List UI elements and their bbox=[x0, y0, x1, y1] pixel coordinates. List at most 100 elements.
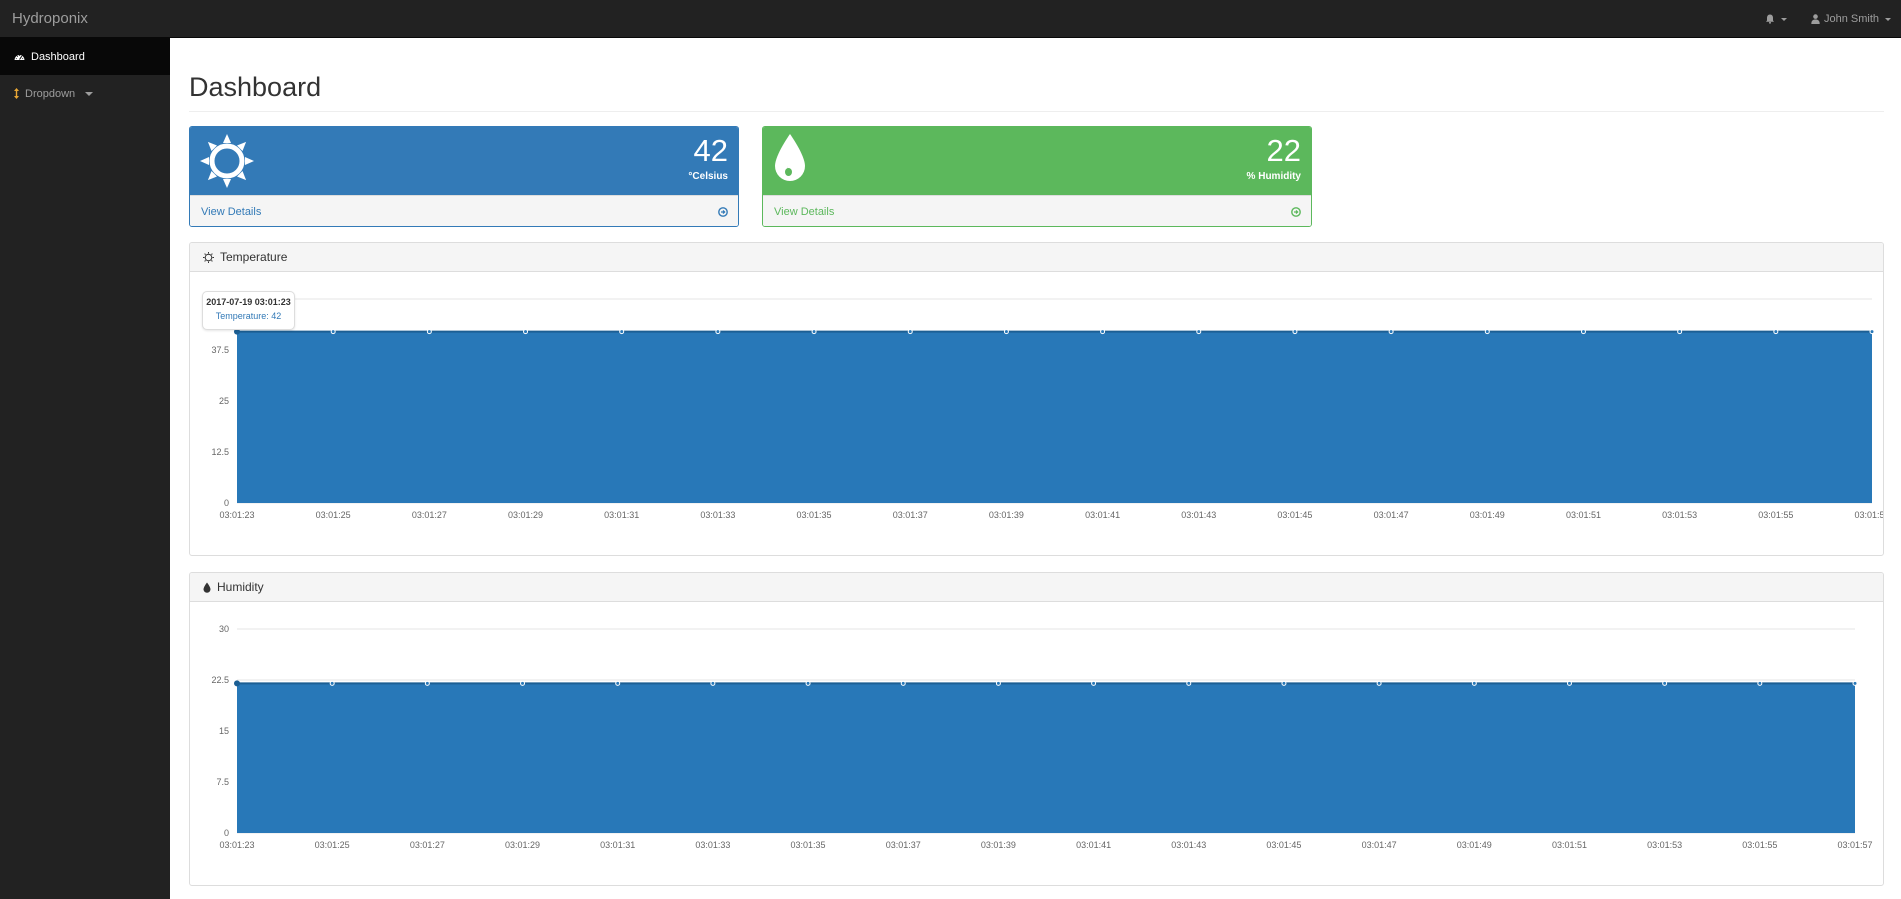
x-tick-label: 03:01:35 bbox=[791, 840, 826, 850]
humidity-value: 22 bbox=[1266, 133, 1301, 168]
y-tick-label: 12.5 bbox=[211, 447, 229, 457]
top-navbar: Hydroponix John Smith bbox=[0, 0, 1901, 38]
data-point bbox=[1869, 329, 1875, 335]
arrow-circle-right-icon bbox=[718, 207, 728, 217]
chevron-down-icon bbox=[1885, 17, 1891, 21]
data-point bbox=[907, 329, 913, 335]
data-point bbox=[1091, 680, 1097, 686]
bell-icon bbox=[1765, 14, 1774, 24]
x-tick-label: 03:01:31 bbox=[604, 510, 639, 520]
data-point bbox=[710, 680, 716, 686]
chart-title: Humidity bbox=[217, 580, 264, 594]
main-content: Dashboard 42 °Celsius View Details 22 % … bbox=[189, 38, 1884, 886]
user-dropdown[interactable]: John Smith bbox=[1811, 13, 1891, 25]
y-tick-label: 30 bbox=[219, 624, 229, 634]
data-point bbox=[811, 329, 817, 335]
x-tick-label: 03:01:49 bbox=[1470, 510, 1505, 520]
data-point bbox=[1566, 680, 1572, 686]
temperature-view-details-link[interactable]: View Details bbox=[190, 195, 738, 226]
x-tick-label: 03:01:23 bbox=[219, 510, 254, 520]
x-tick-label: 03:01:25 bbox=[316, 510, 351, 520]
data-point bbox=[619, 329, 625, 335]
tooltip-value: Temperature: 42 bbox=[215, 311, 282, 321]
x-tick-label: 03:01:43 bbox=[1171, 840, 1206, 850]
x-tick-label: 03:01:31 bbox=[600, 840, 635, 850]
x-tick-label: 03:01:47 bbox=[1362, 840, 1397, 850]
x-tick-label: 03:01:43 bbox=[1181, 510, 1216, 520]
data-point bbox=[1677, 329, 1683, 335]
y-tick-label: 15 bbox=[219, 726, 229, 736]
sidebar-item-dropdown[interactable]: Dropdown bbox=[0, 75, 170, 112]
user-icon bbox=[1811, 14, 1820, 24]
humidity-area-chart[interactable]: 0 7.5 15 22.5 30 03:01:23 03:01:25 03:01:27 03:0… bbox=[190, 602, 1884, 886]
data-point bbox=[900, 680, 906, 686]
series-area bbox=[237, 331, 1872, 503]
data-point bbox=[1388, 329, 1394, 335]
y-tick-label: 25 bbox=[219, 396, 229, 406]
x-tick-label: 03:01:51 bbox=[1566, 510, 1601, 520]
data-point bbox=[1186, 680, 1192, 686]
y-tick-label: 0 bbox=[224, 828, 229, 838]
x-tick-label: 03:01:41 bbox=[1085, 510, 1120, 520]
x-tick-label: 03:01:53 bbox=[1647, 840, 1682, 850]
data-point bbox=[1292, 329, 1298, 335]
tint-icon bbox=[775, 134, 805, 181]
temperature-value: 42 bbox=[693, 133, 728, 168]
data-point bbox=[234, 680, 240, 687]
sidebar-item-label: Dropdown bbox=[25, 87, 76, 100]
data-point bbox=[330, 329, 336, 335]
humidity-chart-panel: Humidity 0 7.5 15 22.5 30 03:01:23 03:01:25 03:… bbox=[189, 572, 1884, 886]
chevron-down-icon bbox=[1780, 17, 1787, 21]
y-tick-label: 22.5 bbox=[211, 675, 229, 685]
x-tick-label: 03:01:41 bbox=[1076, 840, 1111, 850]
x-tick-label: 03:01:39 bbox=[981, 840, 1016, 850]
chart-tooltip: 2017-07-19 03:01:23 Temperature: 42 bbox=[202, 291, 295, 330]
x-tick-label: 03:01:47 bbox=[1374, 510, 1409, 520]
data-point bbox=[426, 329, 432, 335]
x-tick-label: 03:01:27 bbox=[410, 840, 445, 850]
sidebar-item-label: Dashboard bbox=[31, 50, 85, 63]
temperature-card: 42 °Celsius View Details bbox=[189, 126, 739, 227]
arrows-vertical-icon bbox=[14, 88, 19, 99]
x-tick-label: 03:01:55 bbox=[1742, 840, 1777, 850]
x-tick-label: 03:01:49 bbox=[1457, 840, 1492, 850]
tint-icon bbox=[203, 582, 211, 593]
sidebar: Dashboard Dropdown bbox=[0, 38, 170, 899]
y-tick-label: 37.5 bbox=[211, 345, 229, 355]
data-point bbox=[1773, 329, 1779, 335]
data-point bbox=[520, 680, 526, 686]
data-point bbox=[1281, 680, 1287, 686]
data-point bbox=[615, 680, 621, 686]
x-tick-label: 03:01:55 bbox=[1758, 510, 1793, 520]
temperature-chart-panel: Temperature 0 12.5 25 37.5 03:01:23 03:01:25 0… bbox=[189, 242, 1884, 556]
sidebar-item-dashboard[interactable]: Dashboard bbox=[0, 38, 170, 75]
arrow-circle-right-icon bbox=[1291, 207, 1301, 217]
page-title: Dashboard bbox=[189, 72, 1884, 112]
x-tick-label: 03:01:57 bbox=[1854, 510, 1884, 520]
x-tick-label: 03:01:23 bbox=[219, 840, 254, 850]
temperature-area-chart[interactable]: 0 12.5 25 37.5 03:01:23 03:01:25 03:01:27 03:01… bbox=[190, 272, 1884, 556]
data-point bbox=[424, 680, 430, 686]
data-point bbox=[329, 680, 335, 686]
humidity-view-details-link[interactable]: View Details bbox=[763, 195, 1311, 226]
x-tick-label: 03:01:39 bbox=[989, 510, 1024, 520]
data-point bbox=[1471, 680, 1477, 686]
data-point bbox=[1580, 329, 1586, 335]
data-point bbox=[995, 680, 1001, 686]
y-tick-label: 0 bbox=[224, 498, 229, 508]
sun-outline-icon bbox=[203, 251, 214, 263]
x-tick-label: 03:01:29 bbox=[508, 510, 543, 520]
x-tick-label: 03:01:37 bbox=[893, 510, 928, 520]
chevron-down-icon bbox=[85, 91, 94, 96]
data-point bbox=[1003, 329, 1009, 335]
data-point bbox=[715, 329, 721, 335]
humidity-card: 22 % Humidity View Details bbox=[762, 126, 1312, 227]
notifications-dropdown[interactable] bbox=[1765, 14, 1787, 24]
app-brand[interactable]: Hydroponix bbox=[12, 10, 88, 27]
humidity-unit: % Humidity bbox=[1246, 171, 1301, 182]
user-name: John Smith bbox=[1823, 13, 1879, 25]
x-tick-label: 03:01:33 bbox=[700, 510, 735, 520]
humidity-card-header: 22 % Humidity bbox=[763, 127, 1311, 195]
x-tick-label: 03:01:35 bbox=[797, 510, 832, 520]
data-point bbox=[1757, 680, 1763, 686]
